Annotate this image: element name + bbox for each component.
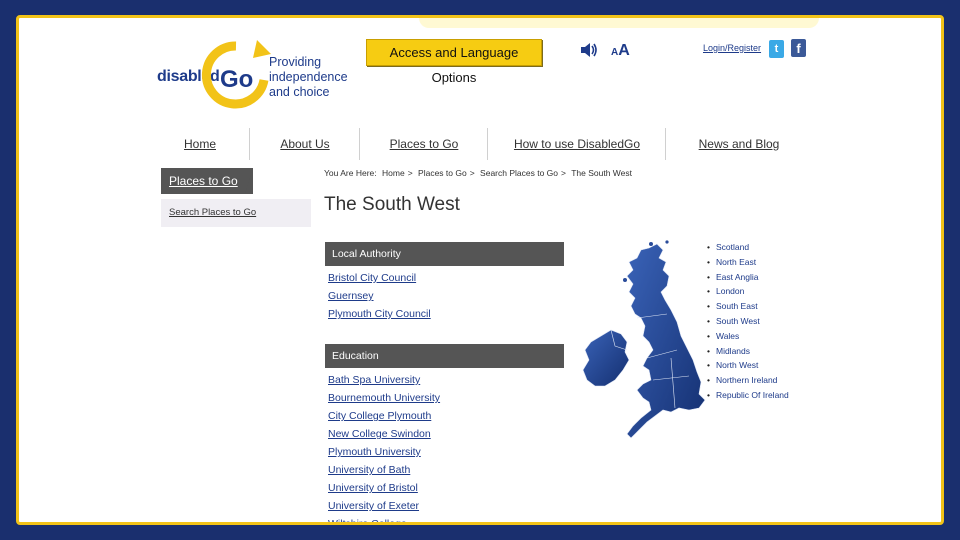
logo-go-text: Go [220,66,253,93]
access-language-button[interactable]: Access and Language Options [366,39,542,85]
list-item-link[interactable]: Guernsey [328,287,431,305]
education-list: Bath Spa University Bournemouth Universi… [328,371,440,522]
nav-news-and-blog[interactable]: News and Blog [679,128,799,160]
tagline-line: independence [269,70,348,84]
region-link-midlands[interactable]: Midlands [707,344,789,359]
list-item-link[interactable]: Bournemouth University [328,389,440,407]
local-authority-list: Bristol City Council Guernsey Plymouth C… [328,269,431,323]
tagline-line: and choice [269,85,330,99]
region-link-republic-of-ireland[interactable]: Republic Of Ireland [707,388,789,403]
text-size-big[interactable]: A [618,42,630,59]
nav-divider [359,128,360,160]
breadcrumb-search[interactable]: Search Places to Go [480,168,558,178]
facebook-icon[interactable]: f [791,39,806,57]
region-list: Scotland North East East Anglia London S… [707,240,789,403]
main-nav: Home About Us Places to Go How to use Di… [159,128,819,160]
nav-places-to-go[interactable]: Places to Go [373,128,475,160]
section-heading-local-authority: Local Authority [325,242,564,266]
nav-about-us[interactable]: About Us [259,128,351,160]
map-ireland [582,329,630,387]
breadcrumb-current: The South West [571,168,632,178]
nav-divider [487,128,488,160]
disabledgo-logo[interactable]: disabled Go Providing independence and c… [157,40,367,120]
logo-go-mark: Go [202,40,271,109]
region-link-north-east[interactable]: North East [707,255,789,270]
breadcrumb-prefix: You Are Here: [324,168,377,178]
list-item-link[interactable]: Plymouth University [328,443,440,461]
region-link-scotland[interactable]: Scotland [707,240,789,255]
map-great-britain [626,243,706,439]
text-size-control[interactable]: AA [611,42,630,60]
region-link-wales[interactable]: Wales [707,329,789,344]
nav-divider [249,128,250,160]
list-item-link[interactable]: University of Bristol [328,479,440,497]
region-link-south-west[interactable]: South West [707,314,789,329]
page-frame: disabled Go Providing independence and c… [16,15,944,525]
breadcrumb-separator: > [561,168,566,178]
login-register-link[interactable]: Login/Register [703,43,761,53]
sidebar-heading[interactable]: Places to Go [161,168,253,194]
nav-how-to-use[interactable]: How to use DisabledGo [495,128,659,160]
speaker-icon[interactable] [579,41,599,59]
list-item-link[interactable]: Wiltshire College [328,515,440,522]
twitter-icon[interactable]: t [769,40,784,58]
page-title: The South West [324,194,460,215]
region-link-south-east[interactable]: South East [707,299,789,314]
region-link-northern-ireland[interactable]: Northern Ireland [707,373,789,388]
list-item-link[interactable]: University of Exeter [328,497,440,515]
list-item-link[interactable]: Plymouth City Council [328,305,431,323]
list-item-link[interactable]: University of Bath [328,461,440,479]
list-item-link[interactable]: New College Swindon [328,425,440,443]
tagline-line: Providing [269,55,322,69]
list-item-link[interactable]: City College Plymouth [328,407,440,425]
list-item-link[interactable]: Bath Spa University [328,371,440,389]
nav-home[interactable]: Home [159,128,241,160]
logo-tagline: Providing independence and choice [269,55,348,100]
region-link-east-anglia[interactable]: East Anglia [707,270,789,285]
breadcrumb-separator: > [407,168,413,178]
region-link-london[interactable]: London [707,284,789,299]
sidebar-heading-tab [245,168,253,194]
section-heading-education: Education [325,344,564,368]
list-item-link[interactable]: Bristol City Council [328,269,431,287]
uk-regions-map[interactable] [571,240,707,452]
top-highlight-strip [419,18,819,28]
nav-divider [665,128,666,160]
sidebar-item-search-places[interactable]: Search Places to Go [161,199,311,227]
region-link-north-west[interactable]: North West [707,358,789,373]
breadcrumb-home[interactable]: Home [382,168,405,178]
breadcrumb: You Are Here: Home > Places to Go > Search… [324,168,635,178]
breadcrumb-separator: > [469,168,475,178]
breadcrumb-places[interactable]: Places to Go [418,168,467,178]
